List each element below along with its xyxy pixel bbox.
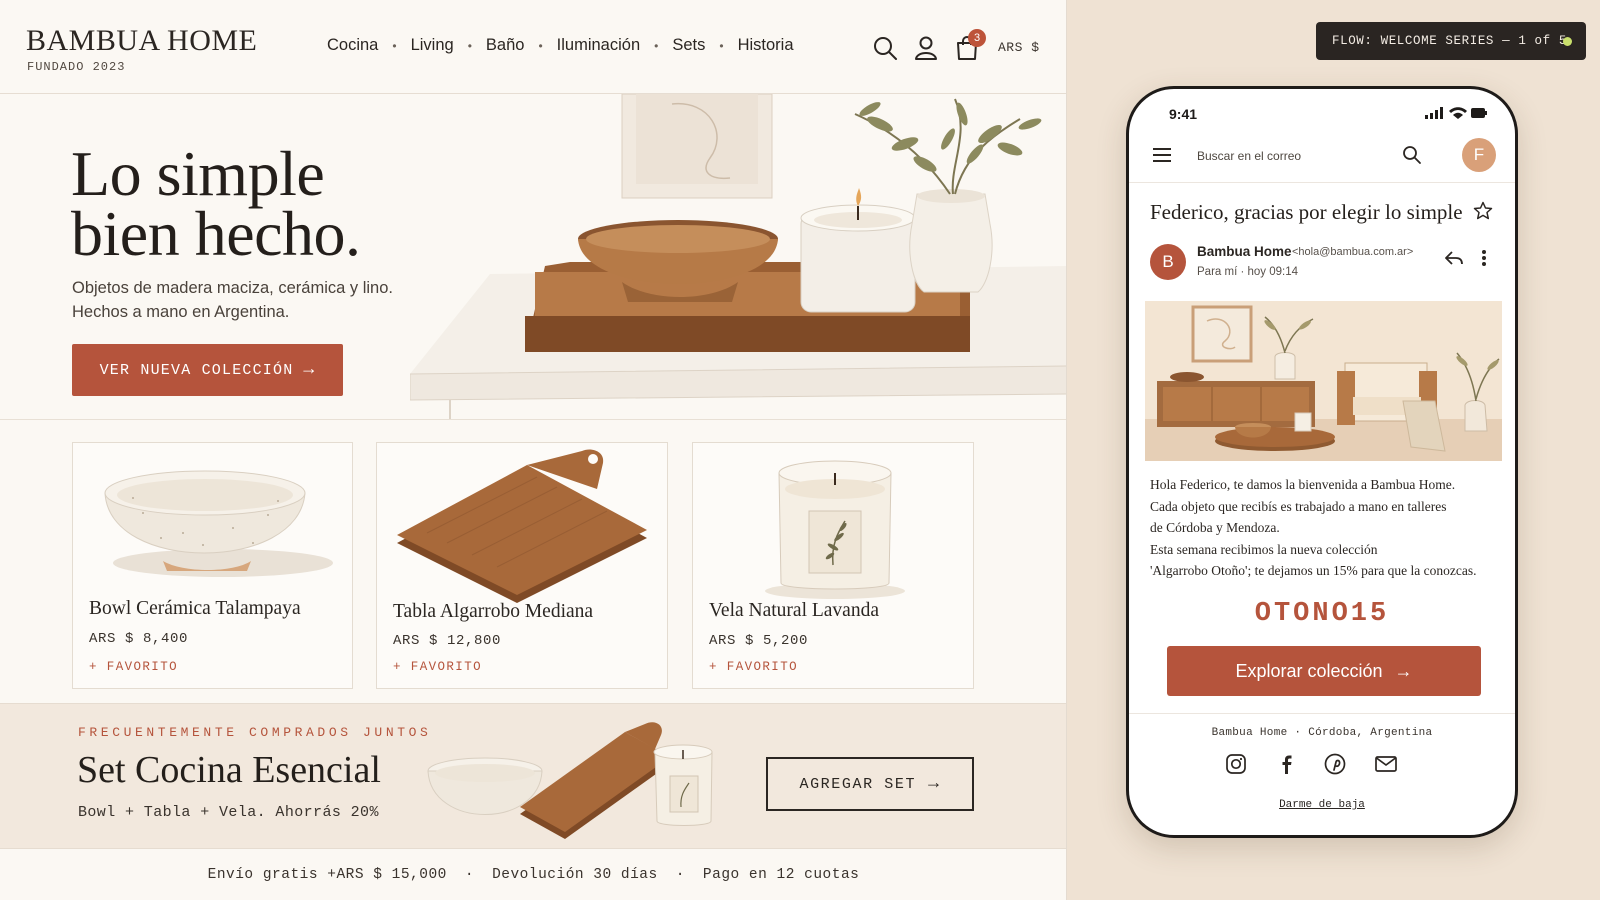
search-icon[interactable]	[1402, 145, 1422, 165]
cart-count-badge: 3	[968, 29, 986, 47]
menu-icon[interactable]	[1153, 148, 1171, 162]
product-name[interactable]: Bowl Cerámica Talampaya	[89, 598, 301, 620]
nav-separator: •	[654, 38, 659, 53]
hero-title: Lo simple bien hecho.	[71, 138, 361, 269]
benefits-bar: Envío gratis +ARS $ 15,000 · Devolución …	[0, 850, 1066, 900]
brand-tagline: FUNDADO 2023	[27, 60, 126, 74]
sender-name: Bambua Home	[1197, 244, 1292, 259]
sender-email: <hola@bambua.com.ar>	[1292, 246, 1414, 258]
mail-icon[interactable]	[1374, 753, 1398, 775]
facebook-icon[interactable]	[1275, 753, 1297, 775]
recipient-line: Para mí · hoy 09:14	[1197, 266, 1298, 278]
benefit-separator: ·	[675, 867, 685, 883]
main-nav: Cocina • Living • Baño • Iluminación • S…	[327, 36, 794, 55]
email-body-line: Hola Federico, te damos la bienvenida a …	[1150, 477, 1456, 492]
email-body-line: de Córdoba y Mendoza.	[1150, 520, 1280, 535]
pinterest-icon[interactable]	[1324, 753, 1346, 775]
flow-status-tag: FLOW: WELCOME SERIES — 1 of 5	[1316, 22, 1586, 60]
product-card[interactable]: Tabla Algarrobo Mediana ARS $ 12,800 + F…	[376, 442, 668, 689]
email-body: Hola Federico, te damos la bienvenida a …	[1150, 474, 1510, 582]
bundle-eyebrow: FRECUENTEMENTE COMPRADOS JUNTOS	[78, 725, 432, 740]
hero-cta-button[interactable]: VER NUEVA COLECCIÓN →	[72, 344, 343, 396]
store-page: BAMBUA HOME FUNDADO 2023 Cocina • Living…	[0, 0, 1067, 900]
hero-cta-label: VER NUEVA COLECCIÓN	[99, 361, 294, 379]
nav-separator: •	[538, 38, 543, 53]
instagram-icon[interactable]	[1225, 753, 1247, 775]
favorite-button[interactable]: + FAVORITO	[89, 660, 178, 674]
email-body-line: Cada objeto que recibís es trabajado a m…	[1150, 498, 1447, 514]
benefit-separator: ·	[464, 867, 475, 883]
product-card[interactable]: Bowl Cerámica Talampaya ARS $ 8,400 + FA…	[72, 442, 353, 689]
nav-separator: •	[392, 38, 397, 53]
favorite-button[interactable]: + FAVORITO	[393, 660, 482, 674]
brand-logo[interactable]: BAMBUA HOME	[26, 24, 257, 58]
mail-toolbar: Buscar en el correo F	[1129, 131, 1515, 183]
nav-separator: •	[719, 38, 724, 53]
account-avatar[interactable]: F	[1462, 138, 1496, 172]
product-image-board	[397, 449, 647, 603]
bundle-illustration	[427, 722, 713, 839]
phone-email-preview: 9:41 Buscar en el correo F Federico, gra…	[1126, 86, 1518, 838]
product-image-candle	[765, 460, 905, 599]
product-price: ARS $ 8,400	[89, 631, 189, 647]
email-footer-divider	[1129, 713, 1515, 714]
email-subject: Federico, gracias por elegir lo simple	[1150, 200, 1463, 224]
flow-label: FLOW: WELCOME SERIES — 1 of 5	[1332, 34, 1567, 48]
email-footer-address: Bambua Home · Córdoba, Argentina	[1211, 727, 1433, 739]
nav-item-sets[interactable]: Sets	[672, 36, 705, 55]
benefit-returns: Devolución 30 días	[492, 867, 658, 883]
nav-item-cocina[interactable]: Cocina	[327, 36, 378, 55]
product-card[interactable]: Vela Natural Lavanda ARS $ 5,200 + FAVOR…	[692, 442, 974, 689]
hero-illustration	[410, 94, 1066, 419]
nav-separator: •	[467, 38, 472, 53]
product-name[interactable]: Tabla Algarrobo Mediana	[393, 601, 593, 623]
hero-subtitle-line: Objetos de madera maciza, cerámica y lin…	[72, 279, 393, 297]
nav-item-living[interactable]: Living	[411, 36, 454, 55]
product-name[interactable]: Vela Natural Lavanda	[709, 600, 879, 622]
explore-collection-button[interactable]: Explorar colección →	[1167, 646, 1481, 696]
star-icon[interactable]	[1473, 201, 1493, 221]
email-body-line: Esta semana recibimos la nueva colección	[1150, 541, 1378, 557]
bundle-title: Set Cocina Esencial	[77, 749, 381, 791]
hero-banner: Lo simple bien hecho. Objetos de madera …	[0, 94, 1066, 420]
benefit-installments: Pago en 12 cuotas	[702, 867, 860, 883]
discount-code: OTONO15	[1254, 599, 1390, 629]
arrow-right-icon: →	[303, 360, 316, 380]
hero-subtitle-line: Hechos a mano en Argentina.	[72, 303, 290, 321]
hero-title-line: Lo simple	[71, 138, 325, 209]
nav-item-iluminacion[interactable]: Iluminación	[557, 36, 640, 55]
product-price: ARS $ 5,200	[709, 633, 809, 649]
store-header: BAMBUA HOME FUNDADO 2023 Cocina • Living…	[0, 0, 1066, 94]
more-options-icon[interactable]	[1481, 249, 1487, 267]
search-icon[interactable]	[872, 35, 898, 61]
arrow-right-icon: →	[1394, 660, 1413, 681]
account-icon[interactable]	[913, 35, 939, 61]
unsubscribe-link[interactable]: Darme de baja	[1129, 799, 1515, 811]
mail-search-input[interactable]: Buscar en el correo	[1197, 149, 1301, 163]
hero-title-line: bien hecho.	[71, 198, 361, 269]
explore-collection-label: Explorar colección	[1235, 660, 1383, 681]
benefit-shipping: Envío gratis +ARS $ 15,000	[207, 867, 447, 883]
flow-status-dot	[1563, 37, 1572, 46]
product-price: ARS $ 12,800	[393, 633, 502, 649]
email-hero-illustration	[1145, 301, 1502, 461]
hero-subtitle: Objetos de madera maciza, cerámica y lin…	[72, 276, 393, 324]
email-body-line: 'Algarrobo Otoño'; te dejamos un 15% par…	[1150, 563, 1477, 578]
add-set-label: AGREGAR SET	[799, 775, 917, 793]
favorite-button[interactable]: + FAVORITO	[709, 660, 798, 674]
nav-item-historia[interactable]: Historia	[738, 36, 794, 55]
product-image-bowl	[104, 470, 333, 577]
bundle-section: FRECUENTEMENTE COMPRADOS JUNTOS Set Coci…	[0, 703, 1066, 849]
add-set-button[interactable]: AGREGAR SET →	[766, 757, 974, 811]
bundle-subtitle: Bowl + Tabla + Vela. Ahorrás 20%	[78, 804, 379, 821]
nav-item-bano[interactable]: Baño	[486, 36, 525, 55]
status-time: 9:41	[1169, 106, 1198, 122]
currency-selector[interactable]: ARS $	[998, 40, 1040, 55]
reply-icon[interactable]	[1444, 250, 1464, 266]
sender-avatar: B	[1150, 244, 1186, 280]
status-icons	[1425, 107, 1487, 119]
arrow-right-icon: →	[928, 774, 941, 794]
